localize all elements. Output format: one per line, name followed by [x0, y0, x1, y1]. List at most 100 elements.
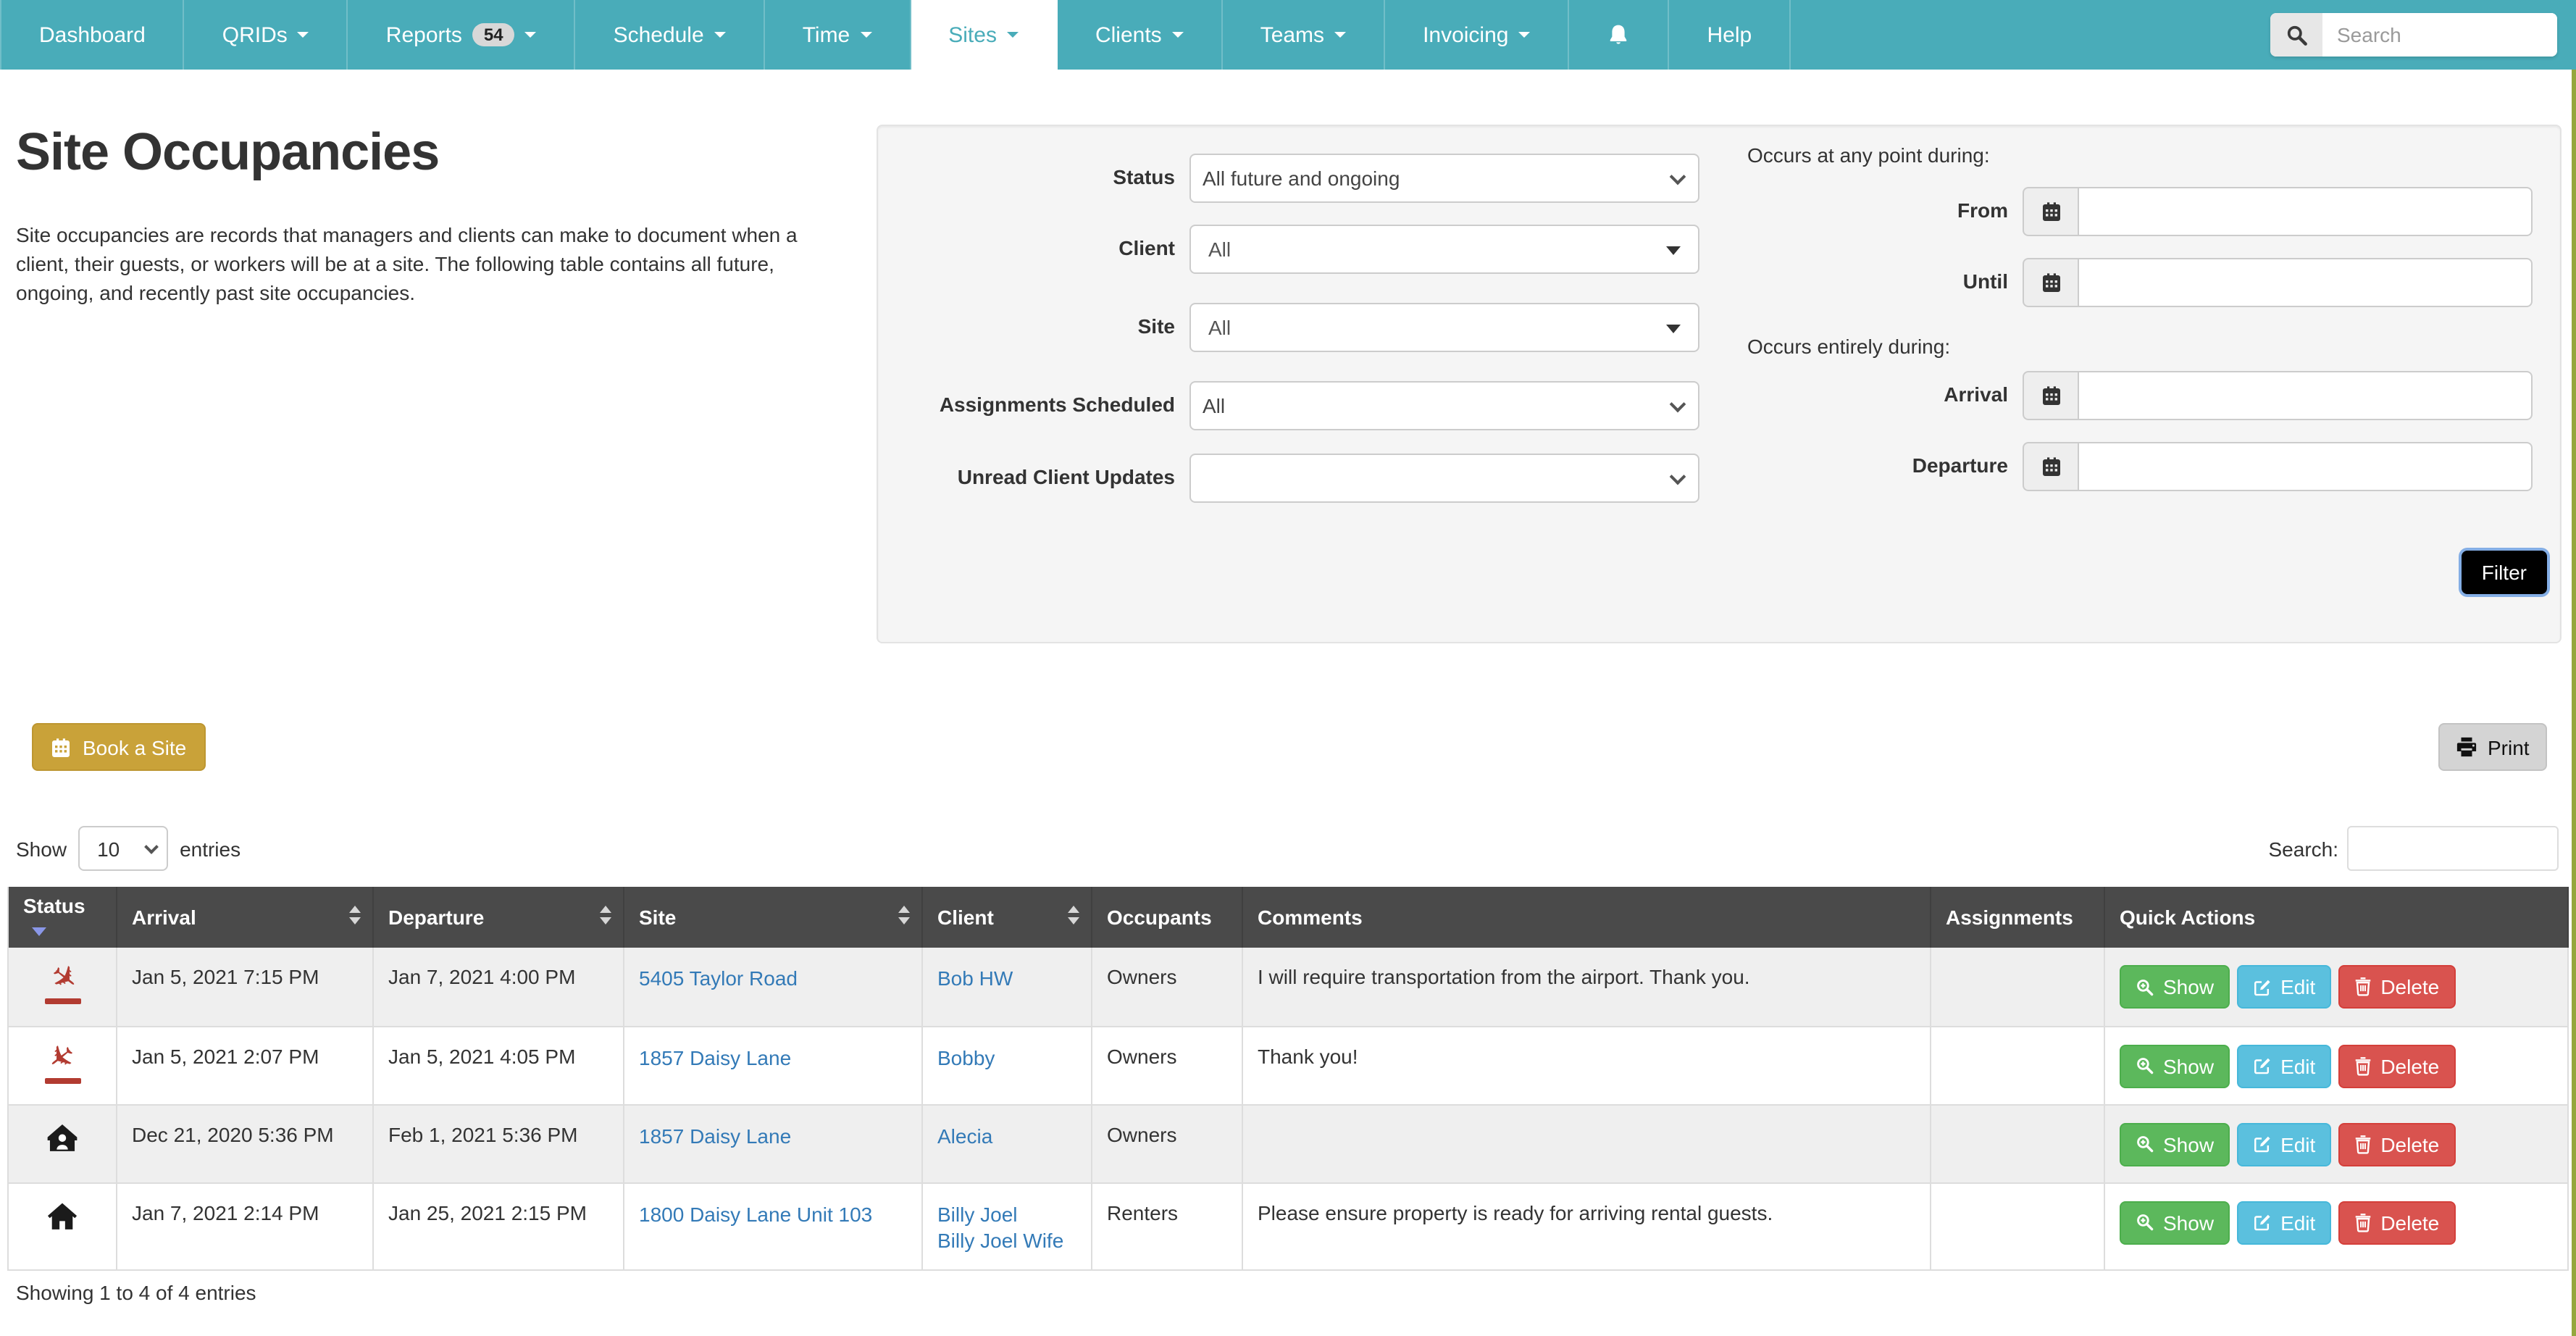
status-cell: ✈: [8, 1026, 117, 1104]
right-edge-accent: [2572, 70, 2576, 1336]
global-search: [2270, 13, 2557, 57]
column-header-status[interactable]: Status: [8, 887, 117, 948]
client-filter-value: All: [1208, 238, 1231, 261]
delete-button[interactable]: Delete: [2338, 965, 2455, 1009]
column-header-comments: Comments: [1242, 887, 1931, 948]
table-search-input[interactable]: [2347, 826, 2559, 871]
table-search-label: Search:: [2269, 837, 2339, 860]
show-label: Show: [16, 837, 67, 860]
site-filter-dropdown[interactable]: All: [1189, 303, 1699, 352]
nav-label: QRIDs: [222, 22, 288, 47]
chevron-down-icon: [1334, 32, 1346, 38]
book-a-site-button[interactable]: Book a Site: [32, 723, 205, 771]
nav-item-schedule[interactable]: Schedule: [576, 0, 765, 70]
caret-down-icon: [1666, 325, 1681, 333]
client-filter-label: Client: [892, 225, 1175, 259]
site-link[interactable]: 5405 Taylor Road: [639, 965, 907, 993]
edit-button[interactable]: Edit: [2237, 1201, 2331, 1244]
occurs-any-point-heading: Occurs at any point during:: [1747, 143, 1990, 167]
show-button[interactable]: Show: [2120, 1044, 2230, 1087]
column-header-arrival[interactable]: Arrival: [117, 887, 373, 948]
table-row: ✈ Jan 5, 2021 2:07 PM Jan 5, 2021 4:05 P…: [8, 1026, 2568, 1104]
client-link[interactable]: Alecia: [937, 1122, 1076, 1150]
arrival-date-input[interactable]: [2078, 371, 2533, 420]
reports-count-badge: 54: [472, 23, 515, 46]
nav-label: Clients: [1095, 22, 1162, 47]
site-cell: 5405 Taylor Road: [624, 948, 922, 1026]
filter-button[interactable]: Filter: [2462, 551, 2547, 594]
top-navbar: Dashboard QRIDs Reports 54 Schedule Time…: [0, 0, 2576, 70]
page-length-select[interactable]: 10: [78, 826, 168, 871]
delete-button[interactable]: Delete: [2338, 1044, 2455, 1087]
site-link[interactable]: 1857 Daisy Lane: [639, 1122, 907, 1150]
nav-item-qrids[interactable]: QRIDs: [185, 0, 348, 70]
nav-label: Dashboard: [39, 22, 146, 47]
show-button[interactable]: Show: [2120, 1122, 2230, 1166]
client-cell: Alecia: [922, 1104, 1092, 1182]
client-link[interactable]: Bobby: [937, 1044, 1076, 1072]
assignments-filter-label: Assignments Scheduled: [892, 381, 1175, 416]
trash-icon: [2354, 1212, 2372, 1232]
client-link[interactable]: Billy Joel: [937, 1201, 1076, 1228]
magnifier-plus-icon: [2136, 977, 2154, 996]
sort-icon: [1068, 906, 1079, 924]
nav-item-dashboard[interactable]: Dashboard: [0, 0, 185, 70]
show-button[interactable]: Show: [2120, 1201, 2230, 1244]
client-link[interactable]: Bob HW: [937, 965, 1076, 993]
comments-cell: [1242, 1104, 1931, 1182]
nav-item-help[interactable]: Help: [1669, 0, 1791, 70]
until-date-input[interactable]: [2078, 258, 2533, 307]
calendar-icon[interactable]: [2023, 371, 2078, 420]
table-row: ✈ Jan 5, 2021 7:15 PM Jan 7, 2021 4:00 P…: [8, 948, 2568, 1026]
print-button[interactable]: Print: [2438, 723, 2547, 771]
unread-updates-filter-select[interactable]: [1189, 454, 1699, 503]
departure-date-input[interactable]: [2078, 442, 2533, 491]
client-filter-dropdown[interactable]: All: [1189, 225, 1699, 274]
calendar-icon[interactable]: [2023, 442, 2078, 491]
chevron-down-icon: [525, 32, 537, 38]
column-header-quick-actions: Quick Actions: [2104, 887, 2568, 948]
edit-button[interactable]: Edit: [2237, 1122, 2331, 1166]
edit-pencil-icon: [2253, 977, 2272, 996]
page-description: Site occupancies are records that manage…: [16, 220, 827, 307]
nav-item-reports[interactable]: Reports 54: [348, 0, 576, 70]
site-link[interactable]: 1800 Daisy Lane Unit 103: [639, 1201, 907, 1228]
assignments-filter-select[interactable]: All: [1189, 381, 1699, 430]
edit-button[interactable]: Edit: [2237, 965, 2331, 1009]
client-link[interactable]: Billy Joel Wife: [937, 1228, 1076, 1256]
calendar-icon[interactable]: [2023, 258, 2078, 307]
until-date-label: Until: [1747, 258, 2008, 293]
from-date-input[interactable]: [2078, 187, 2533, 236]
print-label: Print: [2488, 735, 2530, 759]
nav-item-notifications[interactable]: [1569, 0, 1669, 70]
site-cell: 1800 Daisy Lane Unit 103: [624, 1182, 922, 1271]
nav-item-sites[interactable]: Sites: [911, 0, 1058, 70]
delete-button[interactable]: Delete: [2338, 1122, 2455, 1166]
filter-row-client: Client All: [892, 225, 1699, 274]
edit-button[interactable]: Edit: [2237, 1044, 2331, 1087]
column-header-site[interactable]: Site: [624, 887, 922, 948]
column-header-client[interactable]: Client: [922, 887, 1092, 948]
site-cell: 1857 Daisy Lane: [624, 1104, 922, 1182]
delete-button[interactable]: Delete: [2338, 1201, 2455, 1244]
calendar-icon[interactable]: [2023, 187, 2078, 236]
nav-item-time[interactable]: Time: [765, 0, 911, 70]
magnifier-plus-icon: [2136, 1056, 2154, 1075]
trash-icon: [2354, 977, 2372, 997]
status-filter-select[interactable]: All future and ongoing: [1189, 154, 1699, 203]
nav-item-clients[interactable]: Clients: [1058, 0, 1223, 70]
site-link[interactable]: 1857 Daisy Lane: [639, 1044, 907, 1072]
nav-label: Invoicing: [1423, 22, 1508, 47]
site-filter-label: Site: [892, 303, 1175, 338]
assignments-cell: [1931, 948, 2104, 1026]
column-header-departure[interactable]: Departure: [373, 887, 624, 948]
table-search-control: Search:: [2269, 826, 2559, 871]
nav-item-invoicing[interactable]: Invoicing: [1385, 0, 1569, 70]
edit-pencil-icon: [2253, 1213, 2272, 1232]
nav-item-teams[interactable]: Teams: [1223, 0, 1385, 70]
arrival-cell: Jan 5, 2021 7:15 PM: [117, 948, 373, 1026]
show-button[interactable]: Show: [2120, 965, 2230, 1009]
global-search-input[interactable]: [2322, 13, 2557, 57]
magnifier-plus-icon: [2136, 1213, 2154, 1232]
book-a-site-label: Book a Site: [83, 735, 186, 759]
